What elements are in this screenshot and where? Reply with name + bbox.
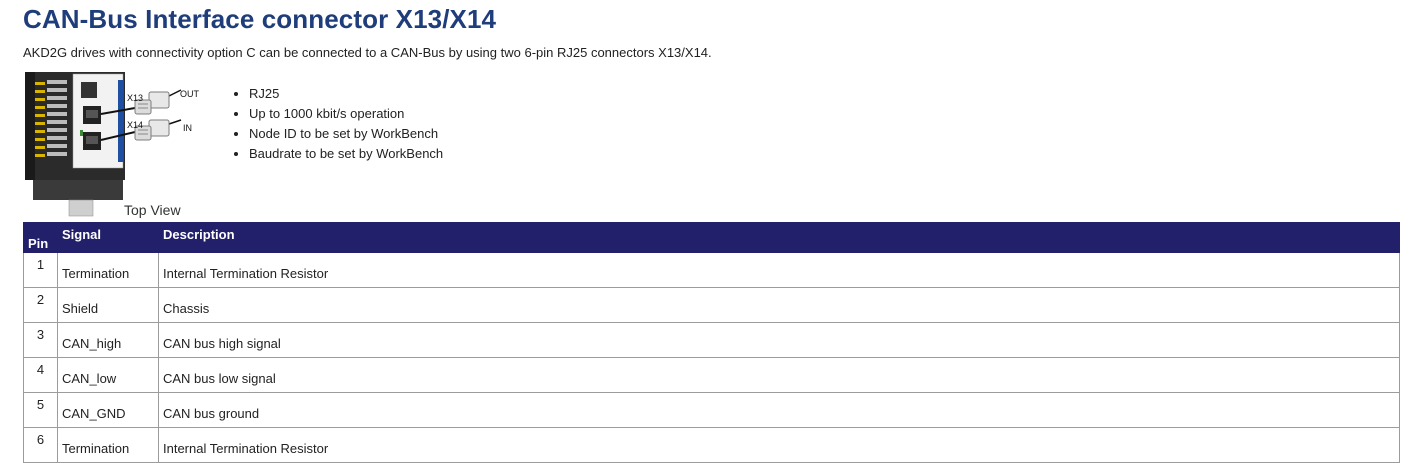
table-row: 3 CAN_high CAN bus high signal <box>23 322 1400 358</box>
header-pin: Pin <box>23 222 58 253</box>
description-cell: Internal Termination Resistor <box>158 252 1400 288</box>
header-signal: Signal <box>57 222 159 253</box>
pin-cell: 1 <box>23 252 58 288</box>
description-cell: Chassis <box>158 287 1400 323</box>
description-cell: Internal Termination Resistor <box>158 427 1400 463</box>
table-row: 1 Termination Internal Termination Resis… <box>23 252 1400 288</box>
label-x14: X14 <box>127 120 143 130</box>
signal-cell: CAN_low <box>57 357 159 393</box>
table-row: 5 CAN_GND CAN bus ground <box>23 392 1400 428</box>
pin-cell: 4 <box>23 357 58 393</box>
table-row: 2 Shield Chassis <box>23 287 1400 323</box>
pin-cell: 3 <box>23 322 58 358</box>
description-cell: CAN bus high signal <box>158 322 1400 358</box>
table-header-row: Pin Signal Description <box>23 222 1400 253</box>
pin-cell: 2 <box>23 287 58 323</box>
table-row: 4 CAN_low CAN bus low signal <box>23 357 1400 393</box>
label-out: OUT <box>180 89 200 99</box>
description-cell: CAN bus low signal <box>158 357 1400 393</box>
pin-assignment-table: Pin Signal Description 1 Termination Int… <box>23 222 1400 463</box>
pin-cell: 6 <box>23 427 58 463</box>
feature-item: Up to 1000 kbit/s operation <box>249 104 443 124</box>
figure-caption: Top View <box>124 202 181 218</box>
signal-cell: CAN_high <box>57 322 159 358</box>
intro-text: AKD2G drives with connectivity option C … <box>23 45 712 60</box>
description-cell: CAN bus ground <box>158 392 1400 428</box>
label-in: IN <box>183 123 192 133</box>
drive-top-view-illustration: X13 X14 OUT IN <box>25 72 200 217</box>
feature-list: RJ25 Up to 1000 kbit/s operation Node ID… <box>230 84 443 164</box>
page-title: CAN-Bus Interface connector X13/X14 <box>23 4 497 34</box>
feature-item: Node ID to be set by WorkBench <box>249 124 443 144</box>
signal-cell: Shield <box>57 287 159 323</box>
signal-cell: CAN_GND <box>57 392 159 428</box>
feature-item: Baudrate to be set by WorkBench <box>249 144 443 164</box>
pin-cell: 5 <box>23 392 58 428</box>
signal-cell: Termination <box>57 252 159 288</box>
signal-cell: Termination <box>57 427 159 463</box>
feature-item: RJ25 <box>249 84 443 104</box>
header-description: Description <box>158 222 1400 253</box>
label-x13: X13 <box>127 93 143 103</box>
table-row: 6 Termination Internal Termination Resis… <box>23 427 1400 463</box>
